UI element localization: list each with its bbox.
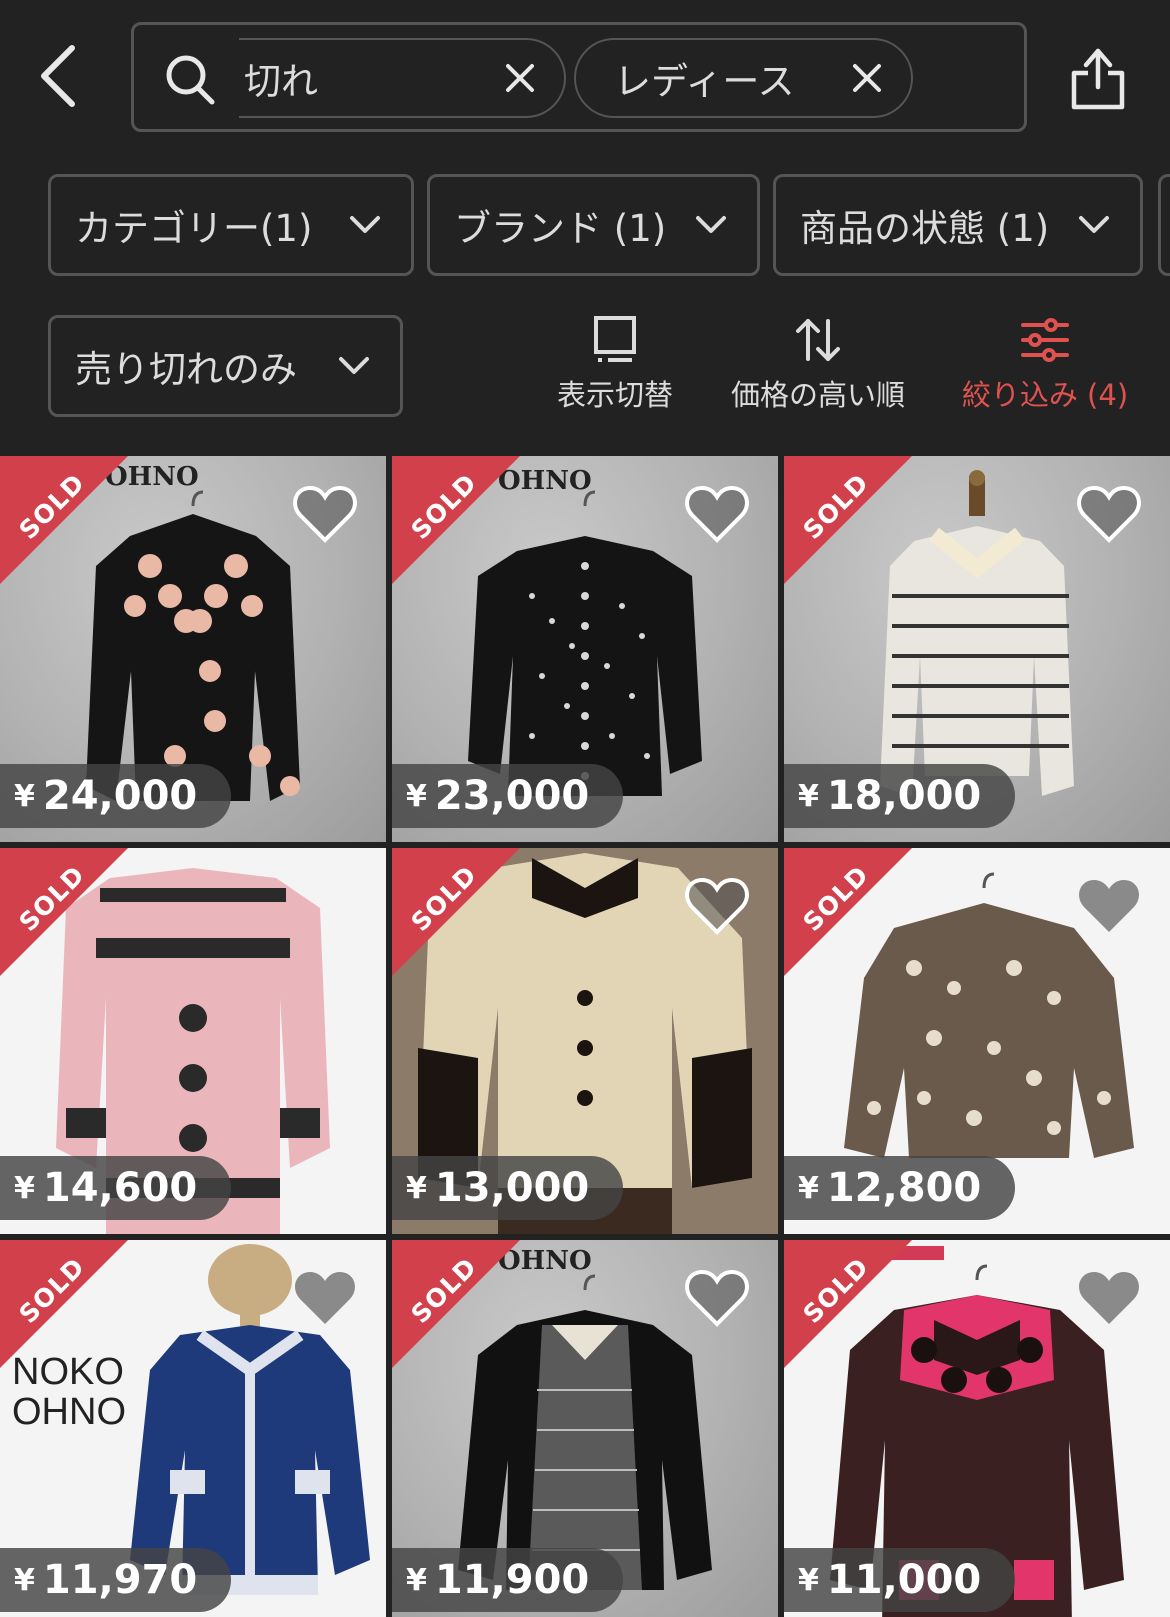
chevron-down-icon <box>1074 205 1114 245</box>
close-icon <box>853 64 881 92</box>
price-tag: ¥ 12,800 <box>784 1156 1016 1220</box>
price-value: 23,000 <box>434 773 590 819</box>
currency-symbol: ¥ <box>798 1562 819 1598</box>
product-card[interactable]: SOLD ¥ 14,600 <box>0 848 386 1234</box>
price-value: 13,000 <box>434 1165 590 1211</box>
currency-symbol: ¥ <box>406 1170 427 1206</box>
chip-remove-button[interactable] <box>837 48 897 108</box>
price-value: 12,800 <box>826 1165 982 1211</box>
product-card[interactable]: NOKO OHNO SOLD ¥ 11,970 <box>0 1240 386 1617</box>
price-tag: ¥ 23,000 <box>392 764 624 828</box>
sort-label: 価格の高い順 <box>730 378 905 412</box>
product-card[interactable]: OHNO SOLD ¥ 11,900 <box>392 1240 778 1617</box>
view-toggle-label: 表示切替 <box>556 378 673 412</box>
share-icon <box>1071 48 1125 110</box>
currency-symbol: ¥ <box>798 778 819 814</box>
product-card[interactable]: SOLD ¥ 11,000 <box>784 1240 1170 1617</box>
product-grid: OHNO SOLD ¥ 24,000 OHNO SOLD ¥ 23,000 SO… <box>0 456 1170 1617</box>
category-filter-label: カテゴリー(1) <box>75 207 313 250</box>
currency-symbol: ¥ <box>14 1562 35 1598</box>
category-filter-button[interactable]: カテゴリー(1) <box>48 174 414 276</box>
view-toggle-button[interactable]: 表示切替 <box>548 312 682 422</box>
price-tag: ¥ 11,900 <box>392 1548 624 1612</box>
currency-symbol: ¥ <box>406 1562 427 1598</box>
chevron-left-icon <box>41 45 75 107</box>
brand-filter-button[interactable]: ブランド (1) <box>427 174 760 276</box>
heart-icon[interactable] <box>1076 484 1142 544</box>
condition-filter-label: 商品の状態 (1) <box>800 207 1050 250</box>
product-card[interactable]: SOLD ¥ 13,000 <box>392 848 778 1234</box>
search-bar[interactable]: 切れ レディース <box>131 22 1027 132</box>
close-icon <box>506 64 534 92</box>
sold-only-filter-label: 売り切れのみ <box>75 348 297 391</box>
condition-filter-button[interactable]: 商品の状態 (1) <box>773 174 1143 276</box>
price-tag: ¥ 24,000 <box>0 764 232 828</box>
chevron-down-icon <box>691 205 731 245</box>
heart-icon[interactable] <box>684 1268 750 1328</box>
currency-symbol: ¥ <box>406 778 427 814</box>
price-tag: ¥ 18,000 <box>784 764 1016 828</box>
chip-remove-button[interactable] <box>490 48 550 108</box>
search-chip-label: レディース <box>614 60 795 103</box>
chevron-down-icon <box>334 346 374 386</box>
refine-button[interactable]: 絞り込み (4) <box>952 312 1138 422</box>
grid-view-icon <box>587 312 643 368</box>
price-tag: ¥ 11,000 <box>784 1548 1016 1612</box>
next-filter-button[interactable] <box>1158 174 1170 276</box>
heart-icon[interactable] <box>684 484 750 544</box>
refine-label: 絞り込み (4) <box>961 378 1129 412</box>
heart-icon[interactable] <box>292 484 358 544</box>
product-card[interactable]: SOLD ¥ 12,800 <box>784 848 1170 1234</box>
price-value: 11,000 <box>826 1557 982 1603</box>
search-header: 切れ レディース <box>0 0 1170 150</box>
sliders-icon <box>1017 312 1073 368</box>
search-chip-label: 切れ <box>244 60 318 103</box>
price-value: 11,900 <box>434 1557 590 1603</box>
back-button[interactable] <box>28 36 88 116</box>
currency-symbol: ¥ <box>14 778 35 814</box>
heart-icon[interactable] <box>1076 876 1142 936</box>
product-card[interactable]: OHNO SOLD ¥ 24,000 <box>0 456 386 842</box>
sort-arrows-icon <box>790 312 846 368</box>
price-value: 24,000 <box>42 773 198 819</box>
currency-symbol: ¥ <box>14 1170 35 1206</box>
search-icon <box>166 55 215 105</box>
product-card[interactable]: SOLD ¥ 18,000 <box>784 456 1170 842</box>
price-value: 11,970 <box>42 1557 198 1603</box>
search-chip-ladies[interactable]: レディース <box>574 38 913 118</box>
product-card[interactable]: OHNO SOLD ¥ 23,000 <box>392 456 778 842</box>
heart-icon[interactable] <box>684 876 750 936</box>
chevron-down-icon <box>345 205 385 245</box>
price-value: 14,600 <box>42 1165 198 1211</box>
heart-icon[interactable] <box>1076 1268 1142 1328</box>
sort-button[interactable]: 価格の高い順 <box>722 312 914 422</box>
price-tag: ¥ 14,600 <box>0 1156 232 1220</box>
heart-icon[interactable] <box>292 1268 358 1328</box>
brand-filter-label: ブランド (1) <box>454 207 667 250</box>
share-button[interactable] <box>1060 38 1136 118</box>
price-tag: ¥ 11,970 <box>0 1548 232 1612</box>
currency-symbol: ¥ <box>798 1170 819 1206</box>
search-chip-keyword[interactable]: 切れ <box>239 38 566 118</box>
sold-only-filter-button[interactable]: 売り切れのみ <box>48 315 403 417</box>
price-tag: ¥ 13,000 <box>392 1156 624 1220</box>
price-value: 18,000 <box>826 773 982 819</box>
